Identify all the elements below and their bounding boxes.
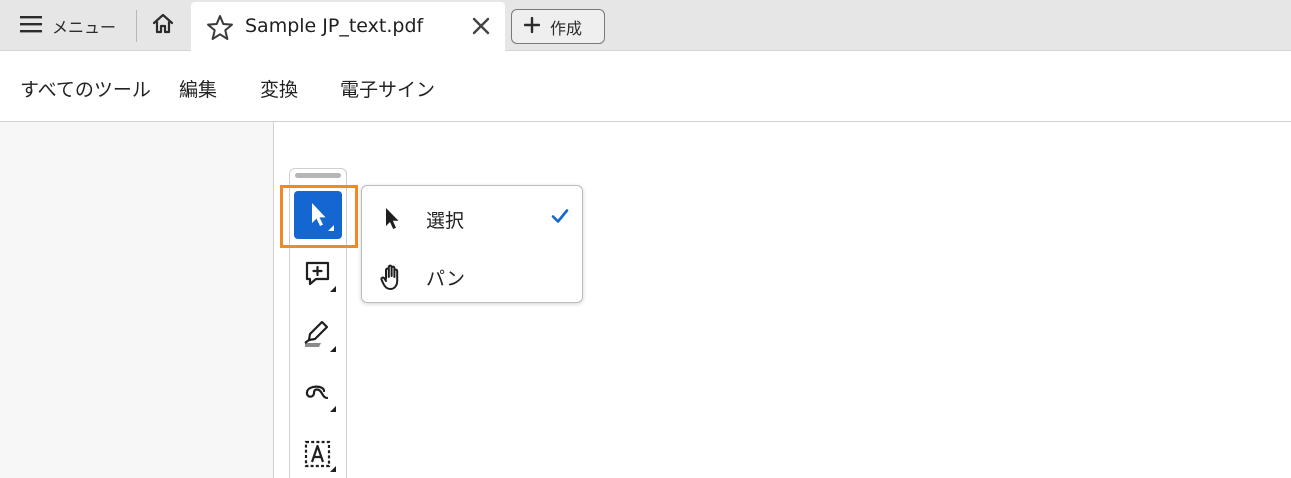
text-box-icon	[294, 440, 342, 478]
cursor-arrow-icon	[378, 204, 406, 236]
document-tab-title: Sample JP_text.pdf	[245, 15, 424, 37]
home-button[interactable]	[137, 0, 189, 51]
nav-convert[interactable]: 変換	[260, 75, 298, 102]
add-comment-button[interactable]	[294, 250, 342, 298]
tool-mode-menu: 選択 パン	[361, 185, 583, 303]
home-icon	[151, 12, 175, 40]
left-panel	[0, 122, 274, 478]
hand-icon	[378, 262, 406, 296]
text-box-tool-button[interactable]	[294, 430, 342, 478]
menu-label: メニュー	[52, 17, 117, 37]
menu-item-select-label: 選択	[426, 210, 465, 232]
create-label: 作成	[550, 18, 583, 38]
document-tab[interactable]: Sample JP_text.pdf	[191, 2, 505, 51]
highlight-annotation-box	[280, 185, 358, 248]
nav-edit[interactable]: 編集	[179, 75, 217, 102]
close-icon[interactable]	[471, 16, 491, 40]
star-icon[interactable]	[206, 14, 234, 45]
add-comment-icon	[294, 261, 342, 302]
hamburger-icon	[20, 15, 42, 37]
checkmark-icon	[551, 208, 569, 228]
tab-bar: メニュー Sample JP_text.pdf 作成	[0, 0, 1291, 51]
plus-icon	[523, 16, 541, 37]
highlighter-icon	[294, 320, 342, 362]
nav-e-sign[interactable]: 電子サイン	[340, 75, 435, 102]
menu-button[interactable]: メニュー	[0, 0, 134, 51]
highlight-tool-button[interactable]	[294, 310, 342, 358]
menu-item-select[interactable]: 選択	[362, 190, 584, 244]
create-button[interactable]: 作成	[511, 9, 605, 44]
nav-all-tools[interactable]: すべてのツール	[20, 75, 151, 102]
menu-item-pan-label: パン	[426, 268, 465, 290]
toolbar-drag-handle[interactable]	[295, 173, 341, 178]
draw-tool-button[interactable]	[294, 370, 342, 418]
tool-navigation: すべてのツール 編集 変換 電子サイン	[0, 51, 1291, 122]
freehand-draw-icon	[294, 385, 342, 422]
menu-item-pan[interactable]: パン	[362, 248, 584, 302]
